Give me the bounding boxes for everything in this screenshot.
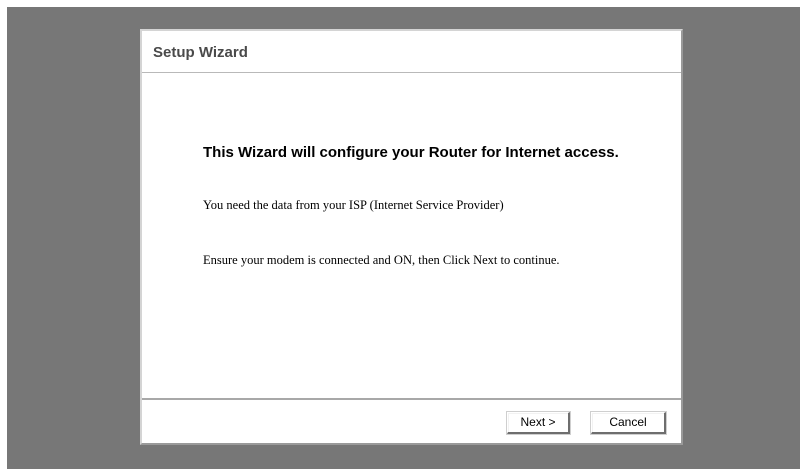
modem-instruction: Ensure your modem is connected and ON, t… [203,253,560,267]
isp-data-instruction: You need the data from your ISP (Interne… [203,198,504,212]
dialog-footer: Next > Cancel [142,398,681,443]
next-button[interactable]: Next > [507,412,570,434]
dialog-body [142,74,681,398]
wizard-heading: This Wizard will configure your Router f… [203,144,619,161]
dialog-title: Setup Wizard [153,44,248,61]
setup-wizard-dialog: Setup Wizard This Wizard will configure … [140,29,683,445]
dialog-header: Setup Wizard [142,31,681,73]
cancel-button[interactable]: Cancel [591,412,666,434]
